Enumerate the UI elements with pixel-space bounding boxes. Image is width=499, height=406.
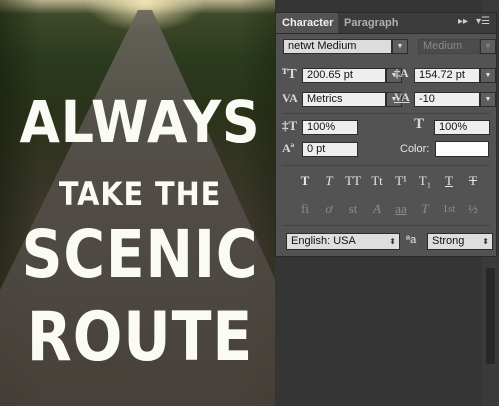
poster-line-route: ROUTE — [26, 298, 254, 377]
horizontal-scale-input[interactable]: 100% — [434, 120, 490, 135]
font-family-dropdown[interactable]: ▼ — [392, 39, 408, 54]
ornaments-button[interactable]: T — [414, 201, 436, 217]
all-caps-button[interactable]: TT — [342, 173, 364, 189]
antialias-select[interactable]: Strong ⬍ — [427, 233, 493, 250]
poster-line-always: ALWAYS — [19, 88, 261, 156]
baseline-shift-icon: Aª — [282, 141, 295, 155]
kerning-icon: VA — [282, 91, 298, 105]
discretionary-ligatures-button[interactable]: ơ — [318, 201, 340, 217]
color-swatch[interactable] — [435, 141, 489, 157]
vertical-scale-input[interactable]: 100% — [302, 120, 358, 135]
underline-button[interactable]: T — [438, 173, 460, 189]
strikethrough-button[interactable]: T — [462, 173, 484, 189]
font-style-input: Medium — [418, 39, 480, 54]
character-panel: Character Paragraph ▸▸ ▾☰ netwt Medium ▼… — [275, 12, 497, 257]
tab-character[interactable]: Character — [276, 13, 338, 33]
leading-input[interactable]: 154.72 pt — [414, 68, 480, 83]
language-value: English: USA — [291, 235, 356, 247]
vertical-scale-icon: ‡T — [282, 118, 298, 133]
color-label: Color: — [400, 143, 430, 155]
divider — [282, 225, 490, 226]
subscript-button[interactable]: T₁ — [414, 173, 436, 189]
leading-icon: ‡A — [394, 66, 409, 80]
tracking-input[interactable]: -10 — [414, 92, 480, 107]
titling-alternates-button[interactable]: aa — [390, 201, 412, 217]
panel-tabbar: Character Paragraph ▸▸ ▾☰ — [276, 13, 496, 34]
small-caps-button[interactable]: Tt — [366, 173, 388, 189]
poster-line-take-the: TAKE THE — [58, 175, 222, 213]
font-style-dropdown: ▼ — [480, 39, 496, 54]
font-size-input[interactable]: 200.65 pt — [302, 68, 386, 83]
baseline-shift-input[interactable]: 0 pt — [302, 142, 358, 157]
panel-menu-icon[interactable]: ▾☰ — [476, 16, 490, 27]
font-family-input[interactable]: netwt Medium — [283, 39, 392, 54]
superscript-button[interactable]: T¹ — [390, 173, 412, 189]
kerning-input[interactable]: Metrics — [302, 92, 386, 107]
ligatures-button[interactable]: fi — [294, 201, 316, 217]
language-select[interactable]: English: USA ⬍ — [286, 233, 400, 250]
faux-italic-button[interactable]: T — [318, 173, 340, 189]
tracking-dropdown[interactable]: ▼ — [480, 92, 496, 107]
fractions-button[interactable]: ½ — [462, 201, 484, 217]
document-canvas[interactable]: ALWAYS TAKE THE SCENIC ROUTE — [0, 0, 280, 406]
faux-bold-button[interactable]: T — [294, 173, 316, 189]
horizontal-scale-icon: T — [414, 116, 425, 132]
stylistic-alternates-button[interactable]: st — [342, 201, 364, 217]
antialias-icon: ªa — [406, 234, 417, 246]
swash-button[interactable]: A — [366, 201, 388, 217]
ordinals-button[interactable]: 1st — [438, 201, 460, 217]
divider — [282, 165, 490, 166]
tracking-icon: VA — [394, 90, 410, 104]
tab-paragraph[interactable]: Paragraph — [338, 13, 404, 33]
scrollbar-thumb[interactable] — [486, 268, 495, 364]
divider — [282, 113, 490, 114]
poster-line-scenic: SCENIC — [21, 216, 259, 293]
font-size-icon: ᵀT — [282, 67, 297, 82]
leading-dropdown[interactable]: ▼ — [480, 68, 496, 83]
updown-arrow-icon: ⬍ — [482, 237, 489, 246]
antialias-value: Strong — [432, 235, 465, 247]
double-chevron-right-icon[interactable]: ▸▸ — [458, 16, 468, 27]
updown-arrow-icon: ⬍ — [389, 237, 396, 246]
